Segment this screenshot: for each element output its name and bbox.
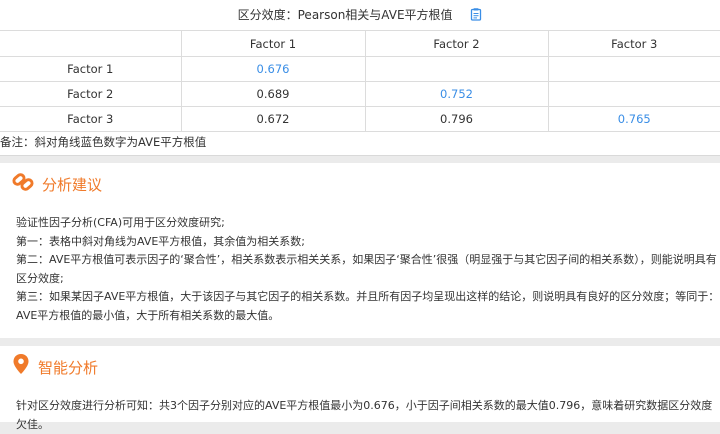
smart-header: 智能分析 (12, 352, 98, 382)
table-title: 区分效度：Pearson相关与AVE平方根值 (237, 8, 453, 22)
table-cell: 0.796 (364, 106, 549, 132)
header-cell-factor-2: Factor 2 (364, 30, 549, 57)
header-cell-empty (0, 30, 182, 57)
advice-body: 验证性因子分析(CFA)可用于区分效度研究; 第一：表格中斜对角线为AVE平方根… (16, 214, 720, 325)
table-row: Factor 2 0.689 0.752 (0, 81, 720, 107)
analysis-advice-card: 分析建议 验证性因子分析(CFA)可用于区分效度研究; 第一：表格中斜对角线为A… (0, 163, 720, 338)
table-note: 备注：斜对角线蓝色数字为AVE平方根值 (0, 135, 207, 149)
result-table-panel: 区分效度：Pearson相关与AVE平方根值 Factor 1 Factor 2… (0, 0, 720, 156)
row-label: Factor 2 (0, 81, 182, 107)
ave-value-cell: 0.752 (364, 81, 549, 107)
advice-line: 第三：如果某因子AVE平方根值，大于该因子与其它因子的相关系数。并且所有因子均呈… (16, 290, 720, 322)
copy-icon[interactable] (470, 2, 482, 21)
smart-analysis-card: 智能分析 针对区分效度进行分析可知：共3个因子分别对应的AVE平方根值最小为0.… (0, 346, 720, 431)
header-cell-factor-1: Factor 1 (180, 30, 366, 57)
table-cell: 0.689 (180, 81, 366, 107)
table-cell (364, 56, 549, 82)
ave-value-cell: 0.676 (180, 56, 366, 82)
location-pin-icon (12, 353, 30, 381)
table-cell (547, 56, 720, 82)
advice-line: 验证性因子分析(CFA)可用于区分效度研究; (16, 216, 225, 229)
advice-title: 分析建议 (42, 175, 103, 194)
header-cell-factor-3: Factor 3 (547, 30, 720, 57)
row-label: Factor 3 (0, 106, 182, 132)
smart-body: 针对区分效度进行分析可知：共3个因子分别对应的AVE平方根值最小为0.676，小… (16, 399, 713, 431)
advice-header: 分析建议 (12, 169, 102, 199)
table-title-row: 区分效度：Pearson相关与AVE平方根值 (0, 0, 720, 30)
table-row: Factor 3 0.672 0.796 0.765 (0, 106, 720, 132)
advice-line: 第一：表格中斜对角线为AVE平方根值，其余值为相关系数; (16, 234, 306, 248)
link-icon (12, 171, 34, 197)
smart-title: 智能分析 (38, 358, 99, 377)
table-row: Factor 1 0.676 (0, 56, 720, 82)
row-label: Factor 1 (0, 56, 182, 82)
table-cell (547, 81, 720, 107)
ave-value-cell: 0.765 (547, 106, 720, 132)
discriminant-validity-table: Factor 1 Factor 2 Factor 3 Factor 1 0.67… (0, 30, 720, 132)
table-cell: 0.672 (180, 106, 366, 132)
table-header-row: Factor 1 Factor 2 Factor 3 (0, 30, 720, 57)
advice-line: 第二：AVE平方根值可表示因子的‘聚合性’，相关系数表示相关关系，如果因子‘聚合… (16, 253, 717, 285)
